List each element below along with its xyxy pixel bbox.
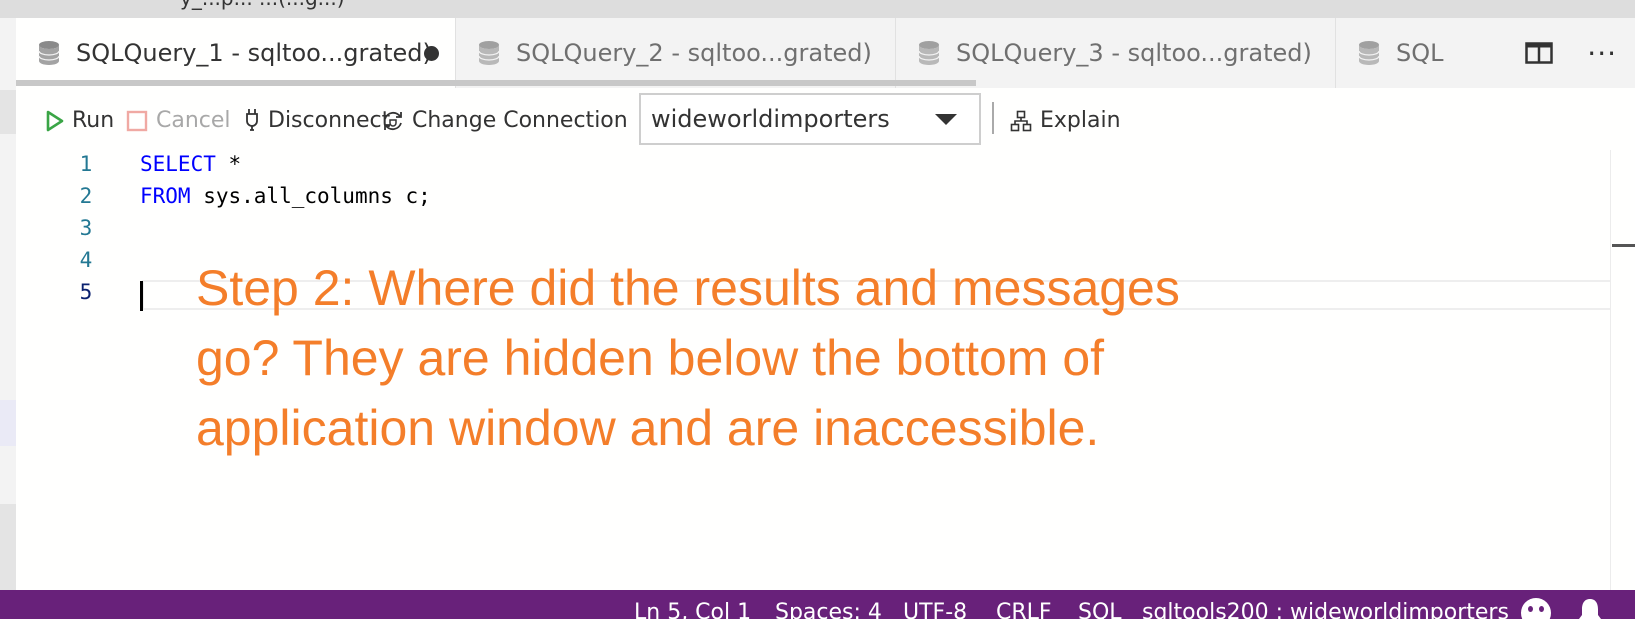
annotation-line: Step 2: Where did the results and messag…	[196, 260, 1180, 316]
database-icon	[478, 41, 500, 65]
status-eol[interactable]: CRLF	[996, 600, 1052, 619]
status-language[interactable]: SQL	[1078, 600, 1122, 619]
run-button[interactable]: Run	[46, 88, 114, 153]
tab-label: SQL	[1396, 39, 1444, 67]
database-select[interactable]: wideworldimporters	[639, 93, 981, 145]
line-number-current: 5	[79, 280, 93, 304]
stop-icon	[126, 110, 148, 131]
status-indentation[interactable]: Spaces: 4	[775, 600, 882, 619]
tab-label: SQLQuery_3 - sqltoo...grated)	[956, 39, 1312, 67]
database-icon	[1358, 41, 1380, 65]
change-connection-button[interactable]: Change Connection	[382, 88, 628, 153]
left-activity-strip	[0, 18, 16, 590]
tab-sql-overflow[interactable]: SQL	[1336, 18, 1536, 88]
tab-sqlquery-3[interactable]: SQLQuery_3 - sqltoo...grated)	[896, 18, 1336, 88]
annotation-line: go? They are hidden below the bottom of	[196, 330, 1105, 386]
disconnect-label: Disconnect	[268, 108, 391, 133]
gutter-marker	[0, 400, 16, 446]
explain-label: Explain	[1040, 108, 1121, 133]
split-editor-icon[interactable]	[1525, 42, 1554, 64]
tab-sqlquery-1[interactable]: SQLQuery_1 - sqltoo...grated)	[16, 18, 456, 88]
sql-keyword: SELECT	[140, 152, 216, 176]
run-label: Run	[72, 108, 115, 133]
sql-text: *	[215, 152, 242, 176]
cancel-button[interactable]: Cancel	[126, 88, 231, 153]
disconnect-plug-icon	[246, 108, 258, 131]
explain-plan-icon	[1010, 110, 1032, 131]
database-icon	[38, 41, 60, 65]
toolbar-separator	[992, 102, 994, 134]
chevron-down-icon[interactable]	[935, 114, 957, 125]
tutorial-annotation: Step 2: Where did the results and messag…	[196, 253, 1296, 463]
line-number: 3	[79, 216, 93, 240]
status-connection[interactable]: sqltools200 : wideworldimporters	[1142, 600, 1509, 619]
feedback-smiley-icon[interactable]	[1521, 598, 1551, 619]
line-number: 2	[79, 184, 93, 208]
code-editor[interactable]: 1 2 3 4 5 SELECT * FROM sys.all_columns …	[16, 152, 1635, 590]
cancel-label: Cancel	[156, 108, 231, 133]
editor-vertical-scrollbar[interactable]	[1610, 150, 1635, 590]
tab-label: SQLQuery_2 - sqltoo...grated)	[516, 39, 872, 67]
notifications-bell-icon[interactable]	[1578, 596, 1602, 619]
tab-scrollbar[interactable]	[16, 80, 976, 86]
gutter-marker	[0, 90, 16, 134]
annotation-line: application window and are inaccessible.	[196, 400, 1100, 456]
change-connection-label: Change Connection	[412, 108, 628, 133]
code-line[interactable]: SELECT *	[140, 152, 241, 176]
status-cursor-position[interactable]: Ln 5, Col 1	[634, 600, 751, 619]
disconnect-button[interactable]: Disconnect	[244, 88, 390, 153]
run-icon	[46, 110, 64, 131]
more-actions-icon[interactable]: ···	[1587, 37, 1617, 70]
database-icon	[918, 41, 940, 65]
status-bar: Ln 5, Col 1 Spaces: 4 UTF-8 CRLF SQL sql…	[0, 590, 1635, 619]
unsaved-dot-icon[interactable]	[424, 46, 439, 61]
tab-label: SQLQuery_1 - sqltoo...grated)	[76, 39, 432, 67]
tab-sqlquery-2[interactable]: SQLQuery_2 - sqltoo...grated)	[456, 18, 896, 88]
query-toolbar: Run Cancel Disconnect Change Connection …	[16, 88, 1635, 153]
window-title: y_...p... ...(...g...)	[180, 0, 345, 10]
line-number: 4	[79, 248, 93, 272]
code-line[interactable]: FROM sys.all_columns c;	[140, 184, 431, 208]
text-cursor	[140, 281, 143, 311]
window-title-bar: y_...p... ...(...g...)	[0, 0, 1635, 18]
sql-text: sys.all_columns c;	[190, 184, 431, 208]
gutter-marker	[0, 504, 16, 590]
sql-keyword: FROM	[140, 184, 191, 208]
editor-tab-strip: SQLQuery_1 - sqltoo...grated) SQLQuery_2…	[16, 18, 1635, 88]
explain-button[interactable]: Explain	[1010, 88, 1121, 153]
status-encoding[interactable]: UTF-8	[903, 600, 967, 619]
change-connection-icon	[384, 111, 402, 130]
database-select-value: wideworldimporters	[651, 105, 890, 133]
tab-actions: ···	[1525, 18, 1635, 88]
line-number: 1	[79, 152, 93, 176]
scrollbar-cursor-marker	[1612, 244, 1635, 247]
